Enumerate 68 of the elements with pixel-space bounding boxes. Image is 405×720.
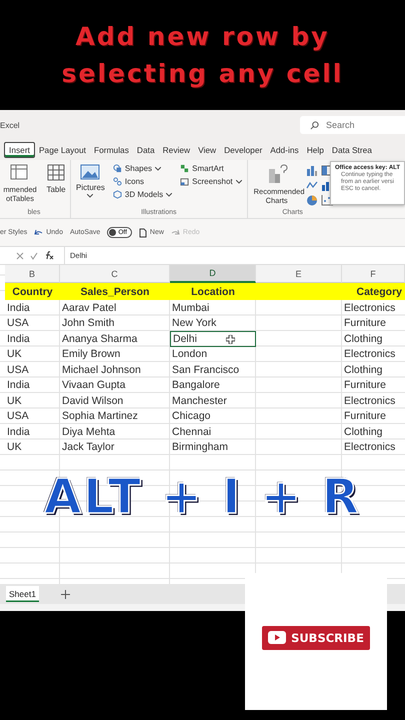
table-cell-text: India xyxy=(6,424,31,440)
table-cell-text: Clothing xyxy=(343,424,384,440)
table-cell-text: UK xyxy=(6,440,23,455)
ribbon-tab[interactable]: Page Layout xyxy=(34,143,90,157)
table-cell-text: Furniture xyxy=(343,378,388,393)
header-cell: Country xyxy=(12,286,53,298)
table-cell-text: USA xyxy=(6,316,30,331)
header-cell: Location xyxy=(191,286,235,298)
table-cell: Delhi xyxy=(170,331,256,346)
subscribe-button[interactable]: SUBSCRIBE xyxy=(262,626,370,650)
table-cell-text: Chicago xyxy=(171,409,212,424)
ribbon-command[interactable]: SmartArt xyxy=(178,163,244,174)
ribbon-tab[interactable]: Review xyxy=(158,143,194,157)
sheet-tab[interactable]: Sheet1 xyxy=(6,586,39,602)
table-cell-text: Chennai xyxy=(171,424,212,440)
table-cell-text: India xyxy=(6,378,31,393)
table-cell-text: Furniture xyxy=(343,409,388,424)
ribbon-tab[interactable]: View xyxy=(194,143,220,157)
table-cell-text: Electronics xyxy=(343,394,396,408)
table-cell-text: Manchester xyxy=(171,394,228,408)
search-field[interactable]: Search xyxy=(300,116,405,134)
table-cell-text: London xyxy=(171,347,208,362)
table-cell-text: Electronics xyxy=(343,300,396,316)
table-cell-text: Furniture xyxy=(343,316,388,331)
table-cell-text: UK xyxy=(6,394,23,408)
table-cell-text: Aarav Patel xyxy=(61,300,118,316)
column-header[interactable]: D xyxy=(170,265,256,283)
table-cell-text: Clothing xyxy=(343,332,384,346)
ribbon-tab[interactable]: Help xyxy=(302,143,328,157)
ribbon-command[interactable]: Icons xyxy=(110,176,174,187)
table-cell-text: Emily Brown xyxy=(61,347,122,362)
caption-text: Add new row by xyxy=(76,22,330,51)
table-cell-text: USA xyxy=(6,362,30,378)
pictures-button[interactable]: Pictures xyxy=(74,163,107,198)
caption-text: selecting any cell xyxy=(62,59,344,88)
ribbon-command[interactable]: 3D Models xyxy=(110,189,174,200)
table-cell-text: Vivaan Gupta xyxy=(61,378,126,393)
table-cell-text: David Wilson xyxy=(61,394,124,408)
ribbon-tab[interactable]: Data xyxy=(132,143,159,157)
header-cell: Sales_Person xyxy=(80,286,150,298)
table-cell-text: India xyxy=(6,300,31,316)
table-cell-text: UK xyxy=(6,347,23,362)
table-cell-text: Clothing xyxy=(343,362,384,378)
header-cell: Category xyxy=(356,286,402,298)
ribbon-command[interactable]: Screenshot xyxy=(178,176,244,187)
table-cell-text: Birmingham xyxy=(171,440,230,455)
table-cell-text: Bangalore xyxy=(171,378,221,393)
ribbon-tab[interactable]: Data Strea xyxy=(328,143,376,157)
ribbon-tab[interactable]: Insert xyxy=(4,142,35,158)
table-cell-text: Electronics xyxy=(343,440,396,455)
table-cell-text: USA xyxy=(6,409,30,424)
ribbon-command[interactable]: Shapes xyxy=(110,163,174,174)
app-title: Excel xyxy=(0,120,20,130)
table-cell-text: John Smith xyxy=(61,316,116,331)
ribbon-tab[interactable]: Add-ins xyxy=(266,143,303,157)
table-cell-text: Diya Mehta xyxy=(61,424,116,440)
table-cell-text: Electronics xyxy=(343,347,396,362)
table-cell-text: Michael Johnson xyxy=(61,362,142,378)
table-cell-text: San Francisco xyxy=(171,362,240,378)
table-cell-text: Mumbai xyxy=(171,300,210,316)
table-cell-text: India xyxy=(6,332,31,346)
table-cell-text: Sophia Martinez xyxy=(61,409,139,424)
table-cell-text: Ananya Sharma xyxy=(61,332,138,346)
ribbon-tab[interactable]: Developer xyxy=(220,143,266,157)
table-cell-text: Jack Taylor xyxy=(61,440,116,455)
ribbon-tab[interactable]: Formulas xyxy=(90,143,133,157)
table-cell-text: New York xyxy=(171,316,218,331)
table-button[interactable]: Table xyxy=(44,163,68,194)
